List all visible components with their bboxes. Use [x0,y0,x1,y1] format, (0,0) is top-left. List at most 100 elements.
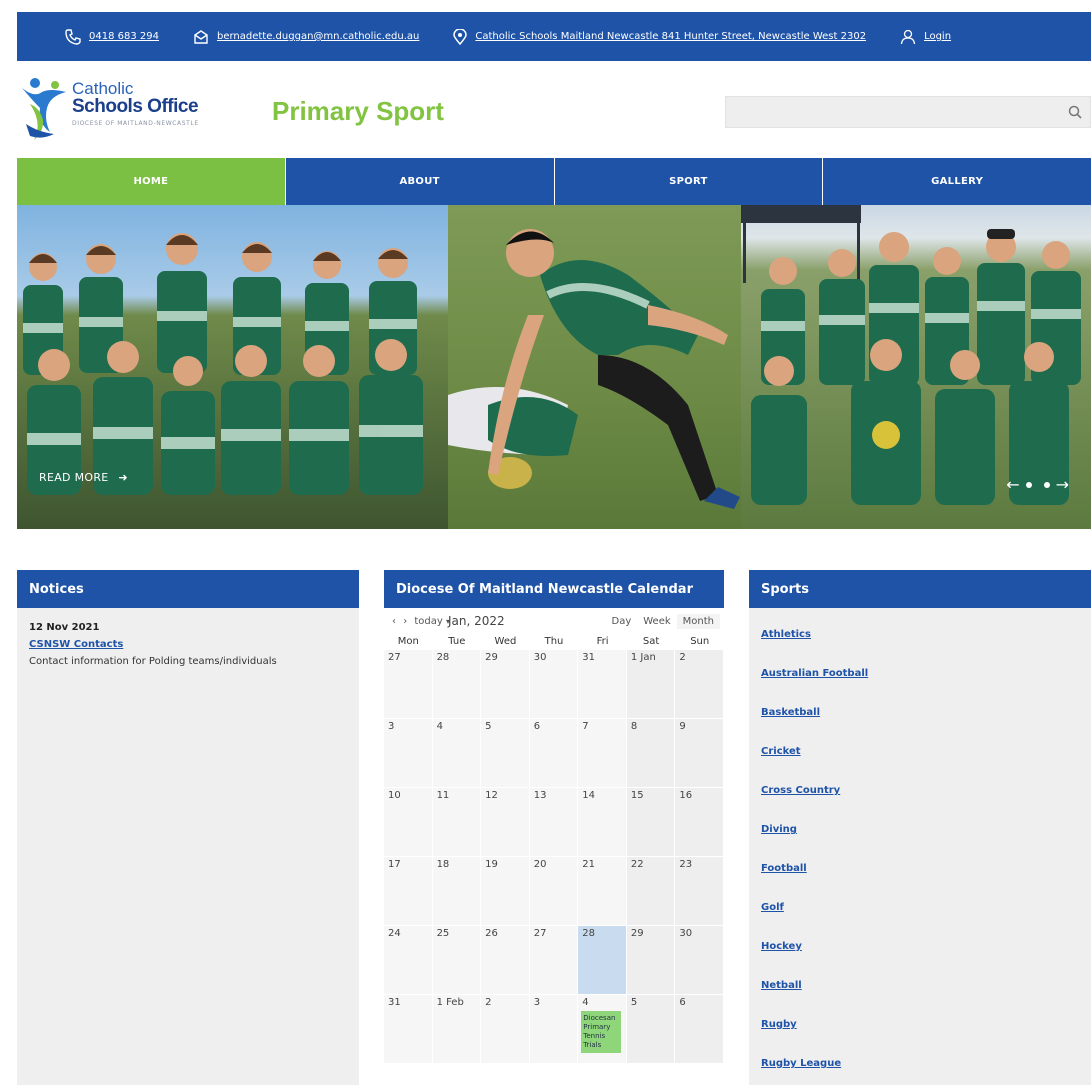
nav-sport[interactable]: SPORT [553,158,823,205]
view-month-button[interactable]: Month [676,614,720,629]
search-icon[interactable] [1068,105,1082,119]
calendar-day-cell[interactable]: 31 [384,995,433,1064]
site-logo[interactable]: Catholic Schools Office DIOCESE OF MAITL… [20,74,260,146]
login-link[interactable]: Login [924,31,951,42]
calendar-day-cell[interactable]: 24 [384,926,433,995]
notice-link[interactable]: CSNSW Contacts [29,639,359,650]
calendar-day-cell[interactable]: 28 [578,926,627,995]
calendar-day-cell[interactable]: 10 [384,788,433,857]
calendar-day-cell[interactable]: 29 [626,926,676,995]
calendar-day-cell[interactable]: 16 [675,788,724,857]
calendar-next-icon[interactable]: › [403,616,407,627]
phone-link[interactable]: 0418 683 294 [89,31,159,42]
calendar-day-cell[interactable]: 21 [578,857,627,926]
calendar-day-cell[interactable]: 7 [578,719,627,788]
notices-title: Notices [17,570,359,608]
calendar-day-cell[interactable]: 3 [529,995,579,1064]
sport-link-rugby-league[interactable]: Rugby League [761,1058,841,1069]
calendar-day-cell[interactable]: 9 [675,719,724,788]
calendar-day-cell[interactable]: 20 [529,857,579,926]
calendar-day-number: 2 [485,997,492,1008]
calendar-day-cell[interactable]: 18 [432,857,482,926]
calendar-day-cell[interactable]: 27 [384,650,433,719]
sport-link-hockey[interactable]: Hockey [761,941,802,952]
sport-link-rugby[interactable]: Rugby [761,1019,797,1030]
calendar-day-cell[interactable]: 17 [384,857,433,926]
calendar-day-cell[interactable]: 12 [481,788,530,857]
slider-dot-1[interactable] [1025,481,1032,488]
slider-dot-2[interactable] [1043,481,1050,488]
calendar-day-cell[interactable]: 6 [675,995,724,1064]
calendar-day-number: 24 [388,928,401,939]
calendar-day-cell[interactable]: 4 [432,719,482,788]
search-input[interactable] [726,97,1056,127]
sport-link-athletics[interactable]: Athletics [761,629,811,640]
sport-link-netball[interactable]: Netball [761,980,802,991]
calendar-day-cell[interactable]: 23 [675,857,724,926]
sports-panel: Sports Athletics Australian Football Bas… [749,570,1091,1085]
calendar-prev-icon[interactable]: ‹ [392,616,396,627]
calendar-panel: Diocese Of Maitland Newcastle Calendar ‹… [384,570,724,1085]
calendar-event[interactable]: Diocesan Primary Tennis Trials [581,1011,622,1053]
calendar-day-cell[interactable]: 25 [432,926,482,995]
calendar-day-cell[interactable]: 2 [481,995,530,1064]
calendar-day-cell[interactable]: 4 Diocesan Primary Tennis Trials [578,995,627,1064]
calendar-day-cell[interactable]: 19 [481,857,530,926]
sport-link-diving[interactable]: Diving [761,824,797,835]
calendar-today-button[interactable]: today [414,616,442,627]
location-pin-icon [453,28,468,45]
calendar-day-number: 4 [582,997,589,1008]
slider-prev-arrow-icon[interactable]: ← [1006,475,1019,494]
sport-link-australian-football[interactable]: Australian Football [761,668,868,679]
email-link[interactable]: bernadette.duggan@mn.catholic.edu.au [217,31,419,42]
sport-link-golf[interactable]: Golf [761,902,784,913]
calendar-day-cell[interactable]: 29 [481,650,530,719]
phone-item[interactable]: 0418 683 294 [65,28,159,45]
calendar-day-cell[interactable]: 5 [481,719,530,788]
calendar-day-cell[interactable]: 1 Jan [626,650,676,719]
sport-link-football[interactable]: Football [761,863,807,874]
calendar-day-cell[interactable]: 2 [675,650,724,719]
calendar-day-number: 5 [485,721,492,732]
nav-gallery[interactable]: GALLERY [822,158,1091,205]
slider-next-arrow-icon[interactable]: → [1056,475,1069,494]
calendar-day-cell[interactable]: 15 [626,788,676,857]
search-box[interactable] [725,96,1091,128]
calendar-day-cell[interactable]: 26 [481,926,530,995]
calendar-day-cell[interactable]: 1 Feb [432,995,482,1064]
login-item[interactable]: Login [900,29,951,45]
calendar-day-cell[interactable]: 28 [432,650,482,719]
sport-item: Hockey [761,934,1091,953]
calendar-day-number: 30 [679,928,693,939]
address-link[interactable]: Catholic Schools Maitland Newcastle 841 … [475,31,866,42]
calendar-day-cell[interactable]: 5 [626,995,676,1064]
calendar-day-cell[interactable]: 22 [626,857,676,926]
phone-icon [65,28,81,45]
calendar-day-cell[interactable]: 3 [384,719,433,788]
address-item[interactable]: Catholic Schools Maitland Newcastle 841 … [453,28,866,45]
calendar-day-number: 28 [582,928,596,939]
email-item[interactable]: bernadette.duggan@mn.catholic.edu.au [193,29,419,45]
view-day-button[interactable]: Day [606,614,638,629]
calendar-day-cell[interactable]: 6 [529,719,579,788]
read-more-label: READ MORE [39,471,109,484]
sport-link-cross-country[interactable]: Cross Country [761,785,840,796]
nav-about[interactable]: ABOUT [284,158,554,205]
weekday-label: Fri [596,636,609,647]
calendar-day-cell[interactable]: 31 [578,650,627,719]
sport-link-basketball[interactable]: Basketball [761,707,820,718]
view-week-button[interactable]: Week [637,614,676,629]
calendar-day-cell[interactable]: 14 [578,788,627,857]
calendar-day-cell[interactable]: 27 [529,926,579,995]
calendar-day-number: 26 [485,928,498,939]
nav-home[interactable]: HOME [17,158,285,205]
sport-link-cricket[interactable]: Cricket [761,746,801,757]
calendar-day-cell[interactable]: 30 [675,926,724,995]
calendar-day-cell[interactable]: 30 [529,650,579,719]
calendar-day-cell[interactable]: 13 [529,788,579,857]
main-nav: HOME ABOUT SPORT GALLERY [17,158,1091,205]
calendar-day-cell[interactable]: 8 [626,719,676,788]
notice-description: Contact information for Polding teams/in… [29,656,277,667]
calendar-day-cell[interactable]: 11 [432,788,482,857]
read-more-link[interactable]: READ MORE ➜ [39,471,128,484]
